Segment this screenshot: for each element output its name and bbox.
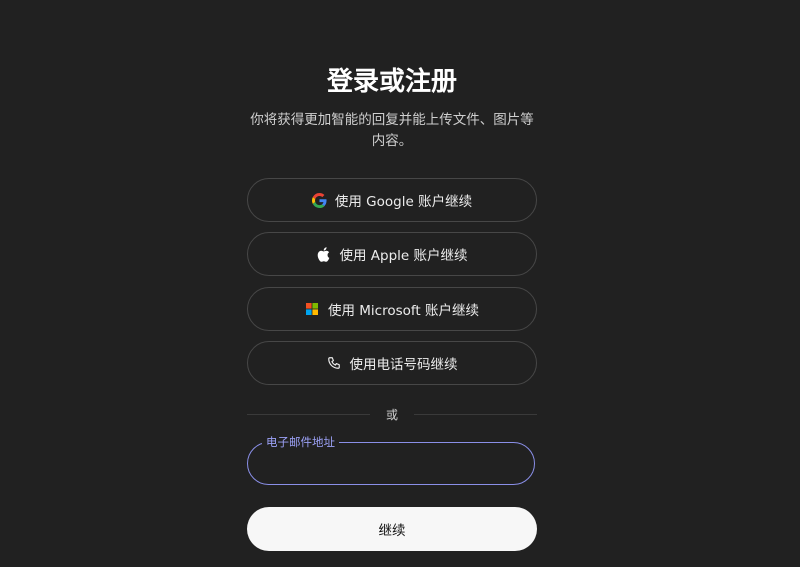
- phone-login-label: 使用电话号码继续: [349, 357, 458, 373]
- divider-line-right: [414, 413, 538, 415]
- apple-icon: [316, 246, 331, 262]
- divider-text: 或: [386, 407, 399, 422]
- email-field-label: 电子邮件地址: [262, 434, 339, 450]
- microsoft-icon: [305, 302, 320, 317]
- microsoft-login-button[interactable]: 使用 Microsoft 账户继续: [247, 287, 537, 331]
- or-divider: 或: [247, 404, 538, 424]
- email-field[interactable]: 电子邮件地址: [247, 434, 535, 485]
- google-login-button[interactable]: 使用 Google 账户继续: [247, 178, 537, 222]
- continue-button[interactable]: 继续: [247, 507, 537, 551]
- apple-login-label: 使用 Apple 账户继续: [339, 248, 468, 264]
- google-icon: [311, 192, 327, 208]
- microsoft-login-label: 使用 Microsoft 账户继续: [327, 303, 480, 319]
- phone-icon: [327, 356, 342, 371]
- phone-login-button[interactable]: 使用电话号码继续: [247, 341, 537, 385]
- email-input[interactable]: [266, 453, 520, 477]
- google-login-label: 使用 Google 账户继续: [334, 194, 473, 210]
- page-subtitle: 你将获得更加智能的回复并能上传文件、图片等内容。: [250, 112, 534, 149]
- divider-line-left: [247, 413, 370, 415]
- apple-login-button[interactable]: 使用 Apple 账户继续: [247, 232, 537, 276]
- page-title: 登录或注册: [326, 67, 457, 97]
